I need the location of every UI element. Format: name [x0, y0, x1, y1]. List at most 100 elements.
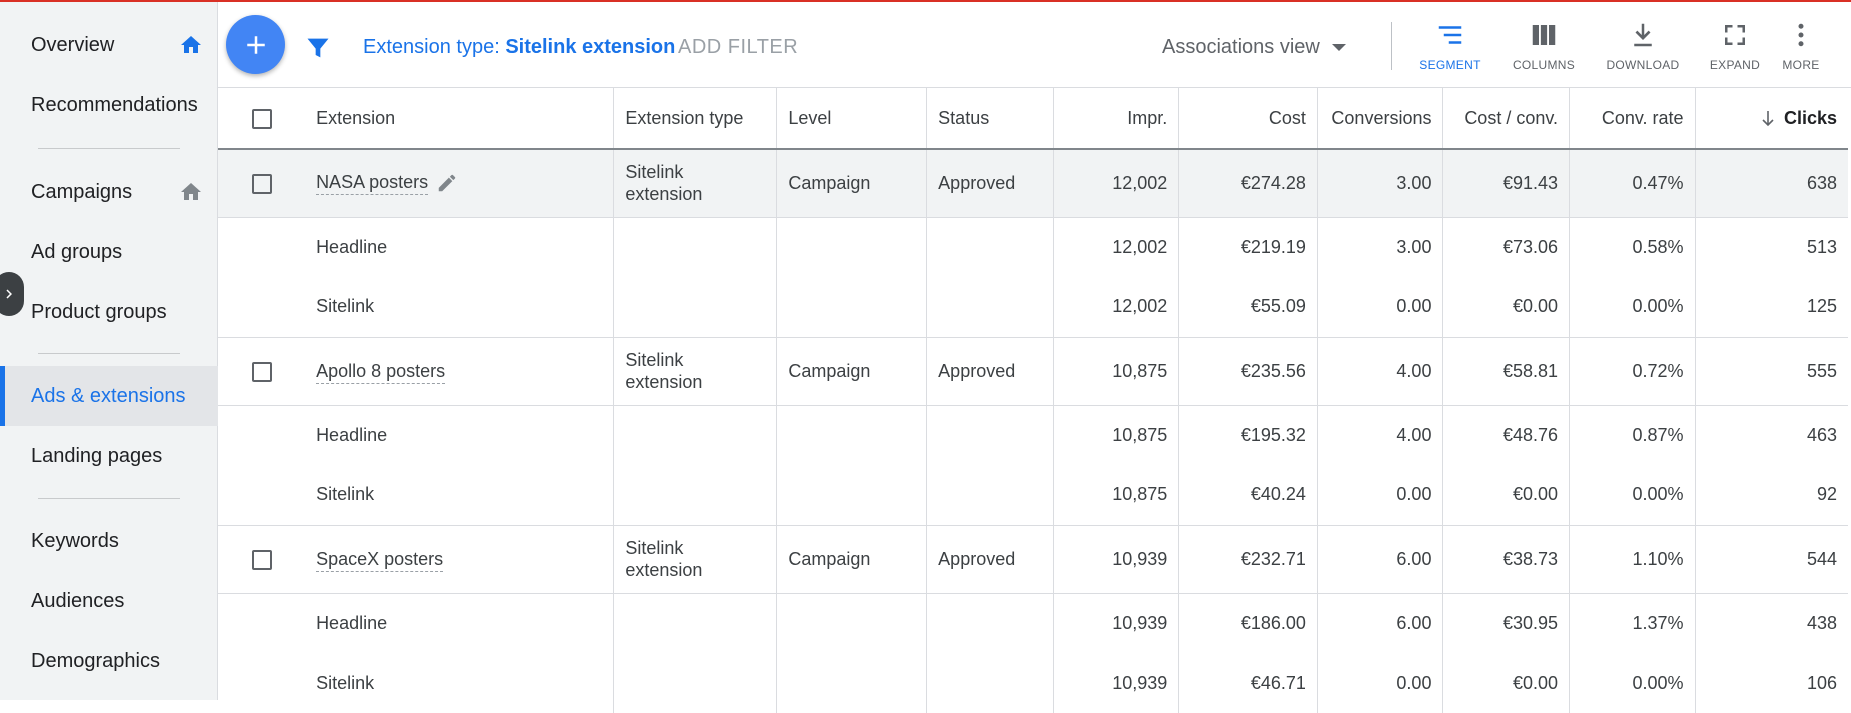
extension-cell: NASA posters — [305, 149, 615, 218]
expand-icon — [1725, 25, 1745, 45]
conv-rate-cell: 0.72% — [1569, 337, 1696, 406]
clicks-cell: 92 — [1695, 465, 1848, 526]
level-cell — [776, 465, 928, 526]
table-row[interactable]: SpaceX posters Sitelink extension Campai… — [218, 525, 1848, 594]
toolbar-divider — [1391, 22, 1392, 70]
conversions-cell: 0.00 — [1317, 277, 1444, 338]
active-filter-chip[interactable]: Extension type: Sitelink extension — [363, 36, 675, 59]
clicks-cell: 438 — [1806, 612, 1837, 633]
row-select-cell — [218, 337, 306, 406]
row-select-cell — [218, 525, 306, 594]
add-filter-button[interactable]: ADD FILTER — [678, 36, 798, 59]
col-header-status[interactable]: Status — [926, 88, 1054, 150]
sidebar-item-label: Ad groups — [31, 240, 123, 263]
conv-rate-cell: 1.10% — [1569, 525, 1696, 594]
sidebar-item-label: Keywords — [31, 529, 119, 552]
columns-button[interactable]: COLUMNS — [1504, 20, 1584, 80]
caret-down-icon — [1331, 44, 1346, 51]
home-icon — [181, 36, 201, 53]
sidebar-collapse-button[interactable] — [0, 272, 24, 316]
impr-cell: 10,875 — [1053, 465, 1180, 526]
impr-cell: 10,939 — [1053, 525, 1180, 594]
col-header-cost[interactable]: Cost — [1178, 88, 1318, 150]
sidebar-item-recommendations[interactable]: Recommendations — [0, 76, 218, 134]
chevron-right-icon — [6, 289, 12, 299]
conv-rate-cell: 0.58% — [1569, 217, 1696, 277]
col-header-extension[interactable]: Extension — [305, 88, 615, 150]
clicks-cell: 125 — [1695, 277, 1848, 338]
sidebar-item-ad-groups[interactable]: Ad groups — [0, 223, 218, 281]
extension-type-cell: Sitelink extension — [613, 525, 778, 594]
col-header-cost-per-conv[interactable]: Cost / conv. — [1442, 88, 1571, 150]
col-header-impr[interactable]: Impr. — [1053, 88, 1180, 150]
sidebar-item-landing-pages[interactable]: Landing pages — [0, 427, 218, 485]
edit-pencil-icon[interactable] — [436, 172, 458, 194]
sidebar-divider — [38, 498, 180, 499]
extension-cell: Sitelink — [305, 465, 615, 526]
row-checkbox[interactable] — [251, 361, 272, 382]
cost-per-conv-cell: €0.00 — [1442, 465, 1571, 526]
cost-per-conv-cell: €73.06 — [1442, 217, 1571, 277]
impr-cell: 10,875 — [1053, 337, 1180, 406]
tool-label: SEGMENT — [1419, 58, 1481, 72]
extension-cell: Headline — [305, 405, 615, 465]
sidebar-item-demographics[interactable]: Demographics — [0, 632, 218, 690]
sidebar-item-campaigns[interactable]: Campaigns — [0, 163, 218, 221]
col-header-level[interactable]: Level — [776, 88, 928, 150]
level-cell — [776, 653, 928, 713]
conversions-cell: 0.00 — [1317, 653, 1444, 713]
view-select[interactable]: Associations view — [1162, 36, 1346, 59]
extension-name-link[interactable]: NASA posters — [316, 172, 429, 196]
tool-label: DOWNLOAD — [1606, 58, 1680, 72]
more-button[interactable]: MORE — [1771, 20, 1831, 80]
status-cell: Approved — [926, 337, 1054, 406]
extension-name-link[interactable]: Apollo 8 posters — [316, 360, 446, 384]
table-subrow: Sitelink 12,002 €55.09 0.00 €0.00 0.00% … — [218, 277, 1848, 338]
cost-per-conv-cell: €30.95 — [1442, 593, 1571, 653]
col-header-conversions[interactable]: Conversions — [1317, 88, 1444, 150]
view-select-value: Associations view — [1162, 36, 1320, 58]
plus-icon — [246, 35, 265, 54]
select-all-checkbox[interactable] — [251, 108, 272, 129]
extension-cell: Sitelink — [305, 653, 615, 713]
extension-name-link[interactable]: SpaceX posters — [316, 548, 444, 572]
filter-icon[interactable] — [304, 34, 332, 62]
row-select-cell — [218, 149, 306, 218]
status-cell: Approved — [926, 525, 1054, 594]
row-checkbox[interactable] — [251, 173, 272, 194]
sidebar-item-keywords[interactable]: Keywords — [0, 512, 218, 570]
download-button[interactable]: DOWNLOAD — [1603, 20, 1683, 80]
col-header-extension-type[interactable]: Extension type — [613, 88, 778, 150]
sidebar-item-product-groups[interactable]: Product groups — [0, 283, 218, 341]
status-cell — [926, 277, 1054, 338]
tool-label: EXPAND — [1709, 58, 1761, 72]
status-cell — [926, 217, 1054, 277]
cost-cell: €274.28 — [1178, 149, 1318, 218]
expand-button[interactable]: EXPAND — [1695, 20, 1775, 80]
table-header-row: Extension Extension type Level Status Im… — [218, 88, 1848, 150]
more-vert-icon — [1798, 23, 1804, 47]
col-header-conv-rate[interactable]: Conv. rate — [1569, 88, 1696, 150]
level-cell — [776, 277, 928, 338]
extension-type-cell — [613, 277, 778, 338]
cost-per-conv-cell: €48.76 — [1442, 405, 1571, 465]
sidebar-item-audiences[interactable]: Audiences — [0, 572, 218, 630]
level-cell — [776, 405, 928, 465]
conversions-cell: 4.00 — [1317, 405, 1444, 465]
row-checkbox[interactable] — [251, 549, 272, 570]
table-row[interactable]: NASA posters Sitelink extension Campaign… — [218, 149, 1848, 218]
add-button[interactable] — [226, 15, 285, 74]
segment-button[interactable]: SEGMENT — [1410, 20, 1490, 80]
extension-type-cell — [613, 405, 778, 465]
sidebar-item-label: Product groups — [31, 300, 167, 323]
extension-type-cell: Sitelink extension — [613, 337, 778, 406]
table-subrow: Sitelink 10,875 €40.24 0.00 €0.00 0.00% … — [218, 465, 1848, 526]
impr-cell: 12,002 — [1053, 217, 1180, 277]
conv-rate-cell: 0.00% — [1569, 277, 1696, 338]
table-row[interactable]: Apollo 8 posters Sitelink extension Camp… — [218, 337, 1848, 406]
cost-cell: €235.56 — [1178, 337, 1318, 406]
col-header-clicks[interactable]: Clicks — [1695, 88, 1848, 150]
sidebar-item-overview[interactable]: Overview — [0, 16, 218, 74]
sidebar-item-ads-extensions[interactable]: Ads & extensions — [0, 366, 218, 426]
tool-label: COLUMNS — [1512, 58, 1576, 72]
